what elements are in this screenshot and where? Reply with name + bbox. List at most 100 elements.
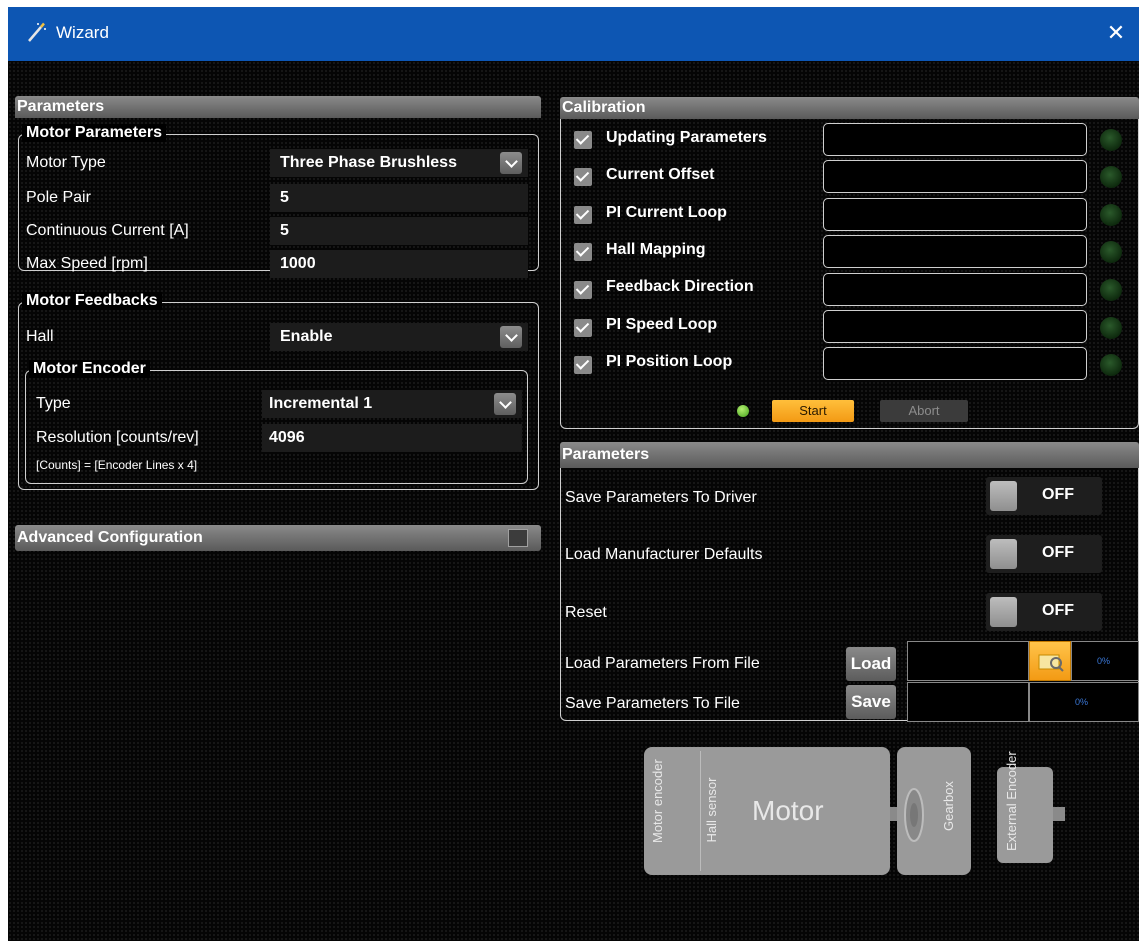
title-bar: Wizard ✕ [8,7,1139,61]
hall-value: Enable [280,328,333,345]
max-speed-value: 1000 [280,255,316,272]
calib-label-pi-current: PI Current Loop [606,204,727,221]
save-to-driver-label: Save Parameters To Driver [565,489,757,506]
advanced-configuration-header[interactable]: Advanced Configuration [15,525,541,551]
calib-status-updating [823,123,1087,156]
toggle-knob [990,539,1017,569]
save-progress: 0% [1029,682,1139,722]
advanced-configuration-checkbox[interactable] [508,529,528,547]
external-encoder-text: External Encoder [1004,751,1019,851]
calib-checkbox-feedback-direction[interactable] [574,281,592,299]
save-button[interactable]: Save [846,685,896,719]
toggle-knob [990,597,1017,627]
calib-checkbox-pi-position[interactable] [574,356,592,374]
toggle-state: OFF [1042,544,1074,561]
status-led-icon [1100,166,1122,188]
load-defaults-label: Load Manufacturer Defaults [565,546,763,563]
calib-checkbox-hall-mapping[interactable] [574,243,592,261]
status-led-icon [1100,317,1122,339]
save-file-label: Save Parameters To File [565,695,740,712]
wizard-content: Parameters Motor Parameters Motor Type T… [8,61,1139,941]
calib-status-pi-speed [823,310,1087,343]
motor-parameters-legend: Motor Parameters [22,124,167,142]
load-progress: 0% [1071,641,1139,681]
pole-pair-input[interactable]: 5 [270,184,528,212]
motor-type-select[interactable]: Three Phase Brushless [270,149,528,177]
load-defaults-toggle[interactable]: OFF [986,535,1102,573]
calib-label-feedback-direction: Feedback Direction [606,278,754,295]
motor-type-value: Three Phase Brushless [280,154,457,171]
motor-encoder-text: Motor encoder [650,759,665,843]
load-button[interactable]: Load [846,647,896,681]
calib-label-pi-position: PI Position Loop [606,353,733,370]
max-speed-label: Max Speed [rpm] [26,255,148,272]
load-file-path[interactable] [907,641,1029,681]
resolution-value: 4096 [269,429,305,446]
magic-wand-icon [28,22,46,42]
calibration-header: Calibration [560,97,1139,119]
status-led-icon [1100,279,1122,301]
parameters-header: Parameters [15,96,541,118]
window-title: Wizard [56,23,109,42]
motor-text: Motor [752,795,824,826]
start-button[interactable]: Start [772,400,854,422]
motor-type-label: Motor Type [26,154,106,171]
calib-checkbox-pi-current[interactable] [574,206,592,224]
calib-status-pi-position [823,347,1087,380]
reset-label: Reset [565,604,607,621]
hall-select[interactable]: Enable [270,323,528,351]
chevron-down-icon[interactable] [494,393,516,415]
encoder-type-value: Incremental 1 [269,395,373,412]
continuous-current-label: Continuous Current [A] [26,222,189,239]
chevron-down-icon[interactable] [500,152,522,174]
calib-checkbox-current-offset[interactable] [574,168,592,186]
load-progress-text: 0% [1097,656,1111,666]
hall-sensor-text: Hall sensor [704,777,719,843]
calib-checkbox-updating[interactable] [574,131,592,149]
motor-feedbacks-legend: Motor Feedbacks [22,292,162,310]
calib-status-hall-mapping [823,235,1087,268]
reset-toggle[interactable]: OFF [986,593,1102,631]
resolution-label: Resolution [counts/rev] [36,429,199,446]
right-parameters-header: Parameters [560,442,1139,468]
browse-folder-button[interactable] [1029,641,1071,681]
ready-led-icon [737,405,749,417]
toggle-knob [990,481,1017,511]
calib-label-updating: Updating Parameters [606,129,767,146]
save-to-driver-toggle[interactable]: OFF [986,477,1102,515]
calib-status-current-offset [823,160,1087,193]
calib-label-hall-mapping: Hall Mapping [606,241,706,258]
max-speed-input[interactable]: 1000 [270,250,528,278]
load-file-label: Load Parameters From File [565,655,760,672]
wizard-window: Wizard ✕ Parameters Motor Parameters Mot… [8,7,1139,941]
encoder-type-select[interactable]: Incremental 1 [262,390,522,418]
calib-status-feedback-direction [823,273,1087,306]
gearbox-text: Gearbox [941,781,956,831]
calib-label-pi-speed: PI Speed Loop [606,316,718,333]
output-shaft [1053,807,1065,821]
status-led-icon [1100,241,1122,263]
encoder-type-label: Type [36,395,71,412]
pole-pair-value: 5 [280,189,289,206]
folder-search-icon [1038,654,1064,672]
abort-button[interactable]: Abort [880,400,968,422]
status-led-icon [1100,129,1122,151]
motor-encoder-legend: Motor Encoder [29,360,150,378]
encoder-counts-note: [Counts] = [Encoder Lines x 4] [36,458,198,472]
divider [700,751,701,871]
close-button[interactable]: ✕ [1101,19,1131,47]
gear-icon [904,788,924,842]
continuous-current-input[interactable]: 5 [270,217,528,245]
hall-label: Hall [26,328,54,345]
status-led-icon [1100,204,1122,226]
status-led-icon [1100,354,1122,376]
calib-checkbox-pi-speed[interactable] [574,319,592,337]
pole-pair-label: Pole Pair [26,189,91,206]
save-file-path[interactable] [907,682,1029,722]
calib-status-pi-current [823,198,1087,231]
continuous-current-value: 5 [280,222,289,239]
resolution-input[interactable]: 4096 [262,424,522,452]
chevron-down-icon[interactable] [500,326,522,348]
toggle-state: OFF [1042,602,1074,619]
calib-label-current-offset: Current Offset [606,166,715,183]
